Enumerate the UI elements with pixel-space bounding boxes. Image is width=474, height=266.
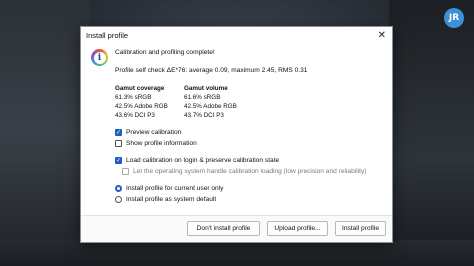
install-current-user-radio[interactable] xyxy=(115,185,122,192)
dont-install-button[interactable]: Don't install profile xyxy=(187,221,260,236)
self-check-text: Profile self check ΔE*76: average 0.09, … xyxy=(115,67,308,74)
preview-calibration-option[interactable]: ✓ Preview calibration xyxy=(115,129,181,136)
show-profile-info-label: Show profile information xyxy=(126,140,197,147)
background-right xyxy=(389,0,474,266)
gamut-volume-header: Gamut volume xyxy=(184,85,228,92)
coverage-line-srgb: 61.3% sRGB xyxy=(115,94,152,101)
show-profile-info-checkbox[interactable] xyxy=(115,140,122,147)
dialog-title: Install profile xyxy=(86,31,129,40)
preview-calibration-label: Preview calibration xyxy=(126,129,182,136)
os-handle-calibration-option: Let the operating system handle calibrat… xyxy=(122,168,366,175)
volume-line-adobe: 42.5% Adobe RGB xyxy=(184,103,237,110)
gamut-coverage-header: Gamut coverage xyxy=(115,85,165,92)
install-system-default-label: Install profile as system default xyxy=(126,196,217,203)
os-handle-calibration-checkbox xyxy=(122,168,129,175)
jr-logo-badge: JR xyxy=(444,8,464,28)
coverage-line-dci: 43.6% DCI P3 xyxy=(115,112,155,119)
install-system-default-option[interactable]: Install profile as system default xyxy=(115,196,216,203)
dialog-titlebar: Install profile ✕ xyxy=(81,27,392,44)
load-calibration-checkbox[interactable]: ✓ xyxy=(115,157,122,164)
background-left xyxy=(0,0,90,266)
preview-calibration-checkbox[interactable]: ✓ xyxy=(115,129,122,136)
dialog-footer: Don't install profile Upload profile... … xyxy=(81,215,392,242)
coverage-line-adobe: 42.5% Adobe RGB xyxy=(115,103,168,110)
background-bottom xyxy=(0,240,474,266)
volume-line-srgb: 61.6% sRGB xyxy=(184,94,221,101)
upload-profile-button[interactable]: Upload profile... xyxy=(267,221,328,236)
os-handle-calibration-label: Let the operating system handle calibrat… xyxy=(133,168,367,175)
show-profile-info-option[interactable]: Show profile information xyxy=(115,140,197,147)
install-current-user-option[interactable]: Install profile for current user only xyxy=(115,185,223,192)
info-icon-glyph: i xyxy=(93,51,106,64)
volume-line-dci: 43.7% DCI P3 xyxy=(184,112,224,119)
close-icon[interactable]: ✕ xyxy=(378,30,386,41)
gamut-volume-block: Gamut volume 61.6% sRGB 42.5% Adobe RGB … xyxy=(184,84,237,120)
headline-text: Calibration and profiling complete! xyxy=(115,49,215,56)
load-calibration-option[interactable]: ✓ Load calibration on login & preserve c… xyxy=(115,157,279,164)
install-profile-dialog: Install profile ✕ i Calibration and prof… xyxy=(80,26,393,243)
gamut-coverage-block: Gamut coverage 61.3% sRGB 42.5% Adobe RG… xyxy=(115,84,168,120)
load-calibration-label: Load calibration on login & preserve cal… xyxy=(126,157,280,164)
install-system-default-radio[interactable] xyxy=(115,196,122,203)
install-current-user-label: Install profile for current user only xyxy=(126,185,224,192)
install-profile-button[interactable]: Install profile xyxy=(335,221,386,236)
info-icon: i xyxy=(91,49,108,66)
